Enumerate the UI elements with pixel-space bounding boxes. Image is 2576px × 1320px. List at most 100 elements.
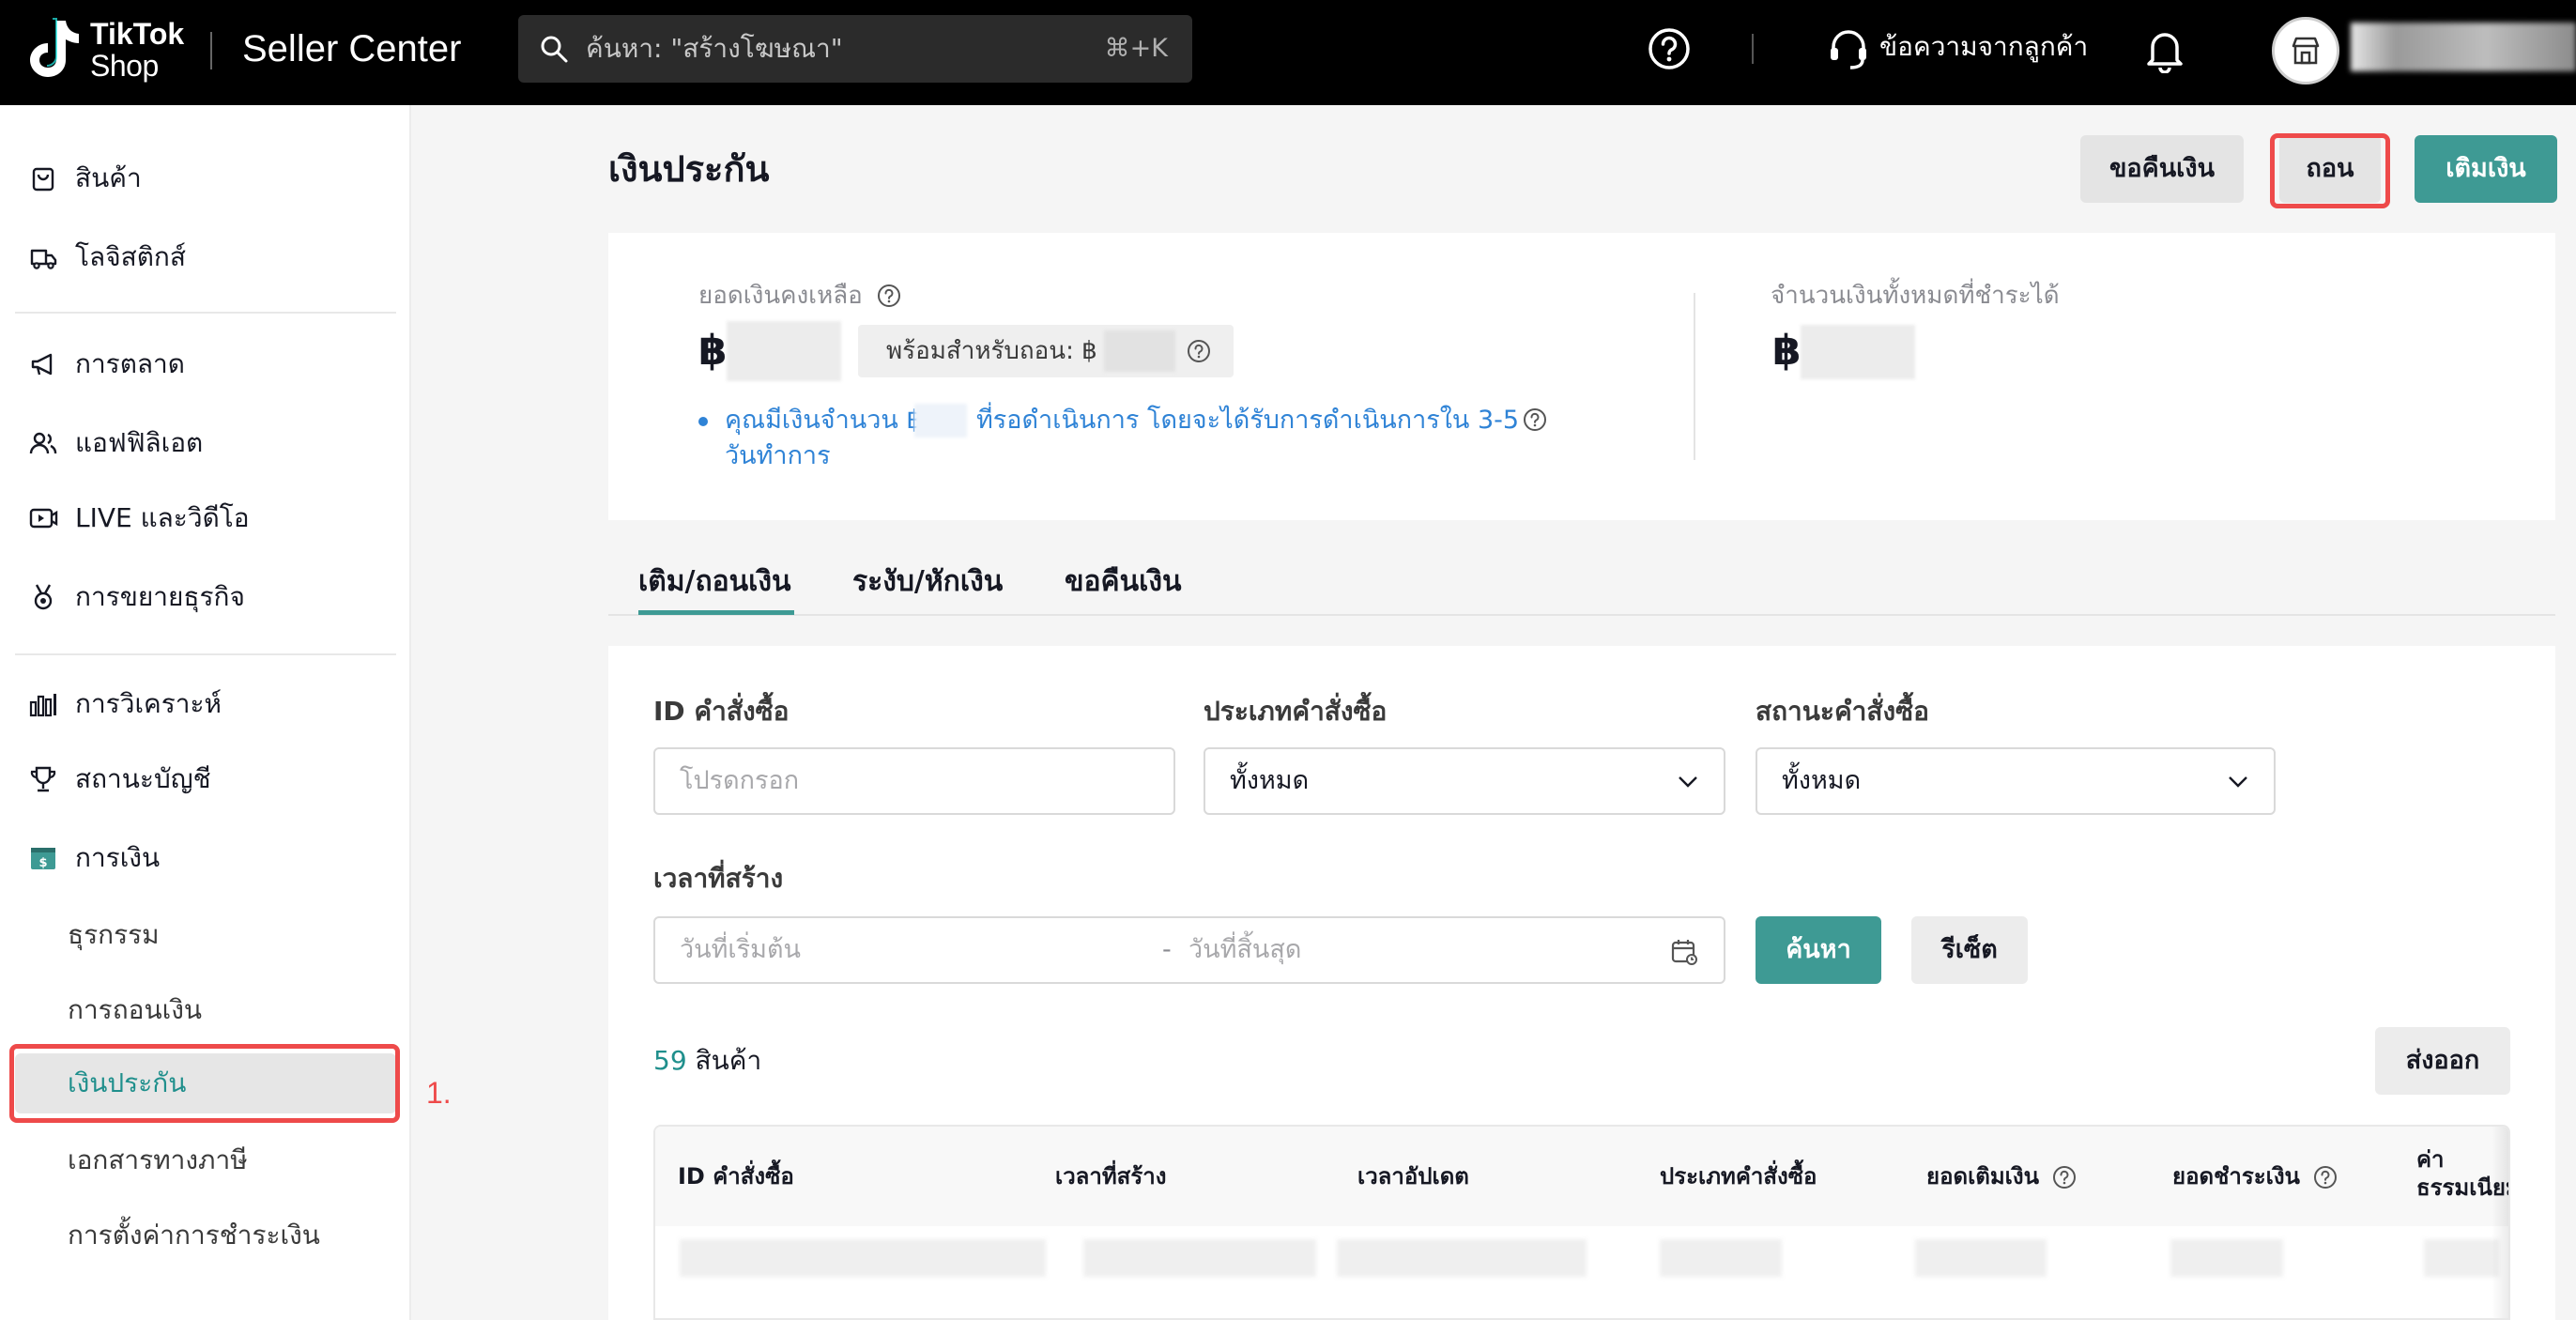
shop-avatar[interactable]: [2272, 17, 2339, 84]
logo-line-2: Shop: [90, 49, 159, 83]
chevron-down-icon: [2229, 776, 2247, 788]
order-type-select[interactable]: ทั้งหมด: [1204, 747, 1725, 815]
table-scroll-shadow: [2492, 1127, 2508, 1318]
top-bar: TikTok Shop Seller Center ค้นหา: "สร้างโ…: [0, 0, 2576, 105]
remaining-balance-value-redacted: [727, 321, 841, 381]
sidebar-item-label: แอฟฟิลิเอต: [75, 427, 204, 458]
calendar-icon[interactable]: [1669, 937, 1699, 967]
tab-topup-withdraw[interactable]: เติม/ถอนเงิน: [638, 560, 791, 605]
table-row-redacted-cell: [2170, 1239, 2283, 1277]
annotation-highlight-1: [9, 1044, 400, 1123]
bell-icon[interactable]: [2144, 26, 2185, 73]
order-type-label: ประเภทคำสั่งซื้อ: [1204, 696, 1388, 727]
sidebar: สินค้า โลจิสติกส์ การตลาด แอฟฟิลิเอต LIV…: [0, 105, 411, 1320]
customer-messages-link[interactable]: ข้อความจากลูกค้า: [1879, 28, 2088, 66]
order-id-placeholder: โปรดกรอก: [680, 766, 800, 795]
ready-to-withdraw-label: พร้อมสำหรับถอน: ฿: [886, 337, 1097, 365]
export-button[interactable]: ส่งออก: [2375, 1027, 2510, 1095]
column-header-created-time[interactable]: เวลาที่สร้าง: [1055, 1160, 1166, 1192]
sidebar-item-label: การวิเคราะห์: [75, 688, 222, 719]
sidebar-item-analytics[interactable]: การวิเคราะห์: [0, 676, 411, 732]
search-shortcut: ⌘+K: [1104, 34, 1168, 63]
account-name-redacted[interactable]: [2351, 23, 2576, 71]
sidebar-item-affiliate[interactable]: แอฟฟิลิเอต: [0, 415, 411, 471]
bar-chart-icon: [29, 694, 56, 717]
svg-text:$: $: [38, 856, 47, 870]
tiktok-logo-icon[interactable]: [24, 17, 84, 81]
balance-card: ยอดเงินคงเหลือ ฿ พร้อมสำหรับถอน: ฿ คุณมี…: [608, 233, 2555, 520]
pending-bullet: [698, 417, 708, 426]
column-header-updated-time[interactable]: เวลาอัปเดต: [1357, 1160, 1469, 1192]
table-row-redacted-cell: [1915, 1239, 2047, 1277]
pending-text-part1: คุณมีเงินจำนวน ฿: [725, 406, 923, 435]
logo-divider: [210, 32, 212, 69]
sidebar-item-label: LIVE และวิดีโอ: [75, 502, 250, 533]
sidebar-subitem-label: การถอนเงิน: [68, 994, 203, 1025]
users-icon: [29, 432, 57, 454]
sidebar-item-live-video[interactable]: LIVE และวิดีโอ: [0, 490, 411, 546]
question-icon[interactable]: [1523, 407, 1547, 432]
sidebar-item-logistics[interactable]: โลจิสติกส์: [0, 229, 411, 285]
sidebar-divider: [15, 653, 396, 655]
trophy-icon: [30, 766, 56, 792]
sidebar-item-label: การตลาด: [75, 348, 185, 379]
start-date-input[interactable]: วันที่เริ่มต้น: [680, 931, 801, 969]
sidebar-subitem-payment-settings[interactable]: การตั้งค่าการชำระเงิน: [15, 1205, 396, 1266]
sidebar-item-label: โลจิสติกส์: [75, 241, 186, 272]
bag-icon: [32, 167, 54, 192]
question-icon[interactable]: [2313, 1165, 2338, 1190]
sidebar-item-business-growth[interactable]: การขยายธุรกิจ: [0, 569, 411, 625]
sidebar-subitem-tax-documents[interactable]: เอกสารทางภาษี: [15, 1130, 396, 1190]
transactions-table: ID คำสั่งซื้อ เวลาที่สร้าง เวลาอัปเดต ปร…: [653, 1125, 2510, 1320]
sidebar-subitem-label: ธุรกรรม: [68, 919, 160, 950]
column-header-payment-amount[interactable]: ยอดชำระเงิน: [2172, 1160, 2338, 1192]
page-title: เงินประกัน: [608, 148, 770, 190]
headset-icon[interactable]: [1827, 26, 1870, 71]
column-header-topup-amount[interactable]: ยอดเติมเงิน: [1926, 1160, 2077, 1192]
medal-icon: [34, 584, 53, 610]
order-id-input[interactable]: โปรดกรอก: [653, 747, 1175, 815]
refund-button[interactable]: ขอคืนเงิน: [2080, 135, 2244, 203]
tab-hold-deduct[interactable]: ระงับ/หักเงิน: [852, 560, 1003, 605]
sidebar-item-finance[interactable]: $ การเงิน: [0, 830, 411, 886]
sidebar-item-label: การขยายธุรกิจ: [75, 581, 245, 612]
pending-text-line2: วันทำการ: [725, 441, 831, 470]
end-date-input[interactable]: วันที่สิ้นสุด: [1188, 931, 1301, 969]
annotation-label-1: 1.: [426, 1076, 452, 1110]
table-header: ID คำสั่งซื้อ เวลาที่สร้าง เวลาอัปเดต ปร…: [655, 1127, 2508, 1226]
search-button[interactable]: ค้นหา: [1756, 916, 1881, 984]
sidebar-item-account-status[interactable]: สถานะบัญชี: [0, 751, 411, 807]
order-type-value: ทั้งหมด: [1230, 766, 1310, 795]
column-header-order-type[interactable]: ประเภทคำสั่งซื้อ: [1660, 1160, 1817, 1192]
sidebar-subitem-transactions[interactable]: ธุรกรรม: [15, 905, 396, 965]
column-header-order-id[interactable]: ID คำสั่งซื้อ: [678, 1160, 794, 1192]
sidebar-divider: [15, 312, 396, 314]
total-payable-currency: ฿: [1772, 327, 1802, 375]
order-status-value: ทั้งหมด: [1782, 766, 1862, 795]
sidebar-item-marketing[interactable]: การตลาด: [0, 336, 411, 392]
table-row-redacted-cell: [680, 1239, 1046, 1277]
ready-amount-redacted: [1104, 330, 1175, 372]
reset-button[interactable]: รีเซ็ต: [1911, 916, 2028, 984]
date-range-picker[interactable]: วันที่เริ่มต้น - วันที่สิ้นสุด: [653, 916, 1725, 984]
sidebar-item-label: การเงิน: [75, 842, 161, 873]
question-icon[interactable]: [877, 284, 901, 308]
tab-refund[interactable]: ขอคืนเงิน: [1065, 560, 1182, 605]
global-search[interactable]: ค้นหา: "สร้างโฆษณา" ⌘+K: [518, 15, 1192, 83]
question-icon[interactable]: [1187, 339, 1211, 363]
table-row-redacted-cell: [1083, 1239, 1316, 1277]
question-icon[interactable]: [2052, 1165, 2077, 1190]
sidebar-subitem-withdrawals[interactable]: การถอนเงิน: [15, 980, 396, 1040]
sidebar-subitem-label: เอกสารทางภาษี: [68, 1144, 248, 1175]
created-time-label: เวลาที่สร้าง: [653, 863, 784, 894]
sidebar-item-label: สถานะบัญชี: [75, 763, 211, 794]
search-input[interactable]: ค้นหา: "สร้างโฆษณา": [586, 30, 843, 68]
top-up-button[interactable]: เติมเงิน: [2415, 135, 2557, 203]
sidebar-item-products[interactable]: สินค้า: [0, 150, 411, 207]
result-count-suffix: สินค้า: [695, 1045, 762, 1076]
order-status-select[interactable]: ทั้งหมด: [1756, 747, 2276, 815]
app-name: Seller Center: [242, 28, 462, 69]
help-icon[interactable]: [1647, 26, 1692, 71]
date-range-dash: -: [1162, 935, 1172, 964]
sidebar-item-label: สินค้า: [75, 162, 142, 193]
